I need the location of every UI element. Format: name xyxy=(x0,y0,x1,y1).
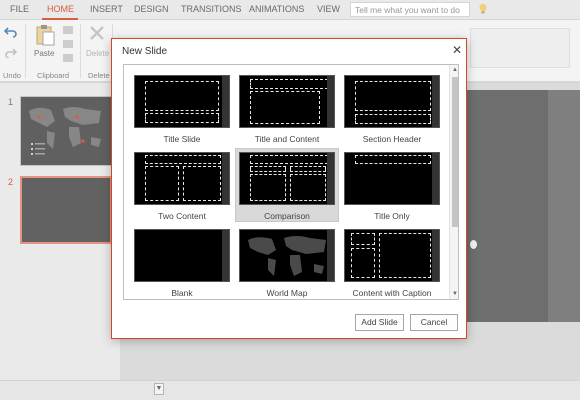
world-map-graphic xyxy=(248,236,326,276)
layout-name: Comparison xyxy=(264,211,310,221)
layout-thumbnail xyxy=(344,152,440,205)
layout-world-map[interactable]: World Map xyxy=(239,229,339,299)
layout-thumbnail xyxy=(134,152,230,205)
close-icon[interactable]: ✕ xyxy=(451,44,463,56)
layout-name: Blank xyxy=(171,288,193,298)
layout-title-slide[interactable]: Title Slide xyxy=(134,75,234,145)
layout-blank[interactable]: Blank xyxy=(134,229,234,299)
layout-title-only[interactable]: Title Only xyxy=(344,152,444,222)
layout-title-and-content[interactable]: Title and Content xyxy=(239,75,339,145)
powerpoint-app: FILE HOME INSERT DESIGN TRANSITIONS ANIM… xyxy=(0,0,580,400)
layout-name: Title Only xyxy=(374,211,410,221)
layout-thumbnail xyxy=(134,75,230,128)
layout-name: Two Content xyxy=(158,211,206,221)
layout-thumbnail xyxy=(344,75,440,128)
add-slide-button[interactable]: Add Slide xyxy=(355,314,404,331)
layout-name: World Map xyxy=(266,288,308,298)
layout-name: Section Header xyxy=(362,134,422,144)
dialog-title: New Slide xyxy=(122,46,168,57)
new-slide-dialog: New Slide ✕ Title Slide Title and Conten… xyxy=(111,38,467,339)
cancel-button[interactable]: Cancel xyxy=(410,314,458,331)
layout-name: Title and Content xyxy=(254,134,320,144)
layout-name: Title Slide xyxy=(163,134,201,144)
layout-comparison[interactable]: Comparison xyxy=(235,148,339,222)
gallery-scrollbar[interactable]: ▲ ▼ xyxy=(449,65,458,299)
scroll-up-icon[interactable]: ▲ xyxy=(450,65,458,75)
scroll-down-icon[interactable]: ▼ xyxy=(450,289,458,299)
layout-thumbnail xyxy=(239,229,335,282)
layout-section-header[interactable]: Section Header xyxy=(344,75,444,145)
layout-gallery[interactable]: Title Slide Title and Content Section He… xyxy=(123,64,459,300)
layout-two-content[interactable]: Two Content xyxy=(134,152,234,222)
scrollbar-thumb[interactable] xyxy=(452,77,458,227)
layout-thumbnail xyxy=(344,229,440,282)
layout-thumbnail xyxy=(134,229,230,282)
layout-name: Content with Caption xyxy=(352,288,432,298)
layout-content-with-caption[interactable]: Content with Caption xyxy=(344,229,444,299)
layout-thumbnail xyxy=(239,152,335,205)
layout-thumbnail xyxy=(239,75,335,128)
